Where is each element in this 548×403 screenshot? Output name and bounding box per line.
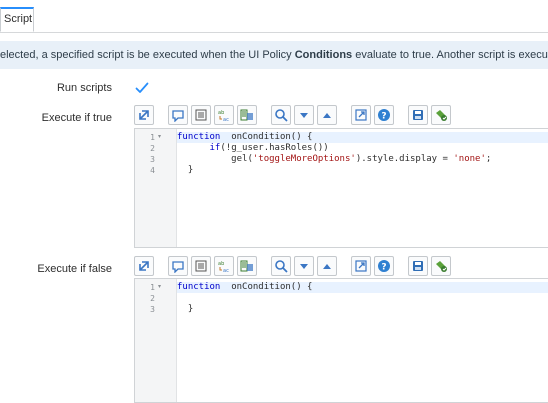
code-line: gel('toggleMoreOptions').style.display =…: [177, 154, 492, 164]
replace-all-button[interactable]: [237, 256, 257, 276]
line-number: 3: [150, 155, 155, 164]
fullscreen-button[interactable]: [351, 105, 371, 125]
toggle-syntax-button[interactable]: [134, 256, 154, 276]
execute-if-true-label: Execute if true: [41, 112, 112, 124]
script-debug-button[interactable]: [431, 105, 451, 125]
run-scripts-checkbox[interactable]: [134, 80, 150, 96]
fullscreen-icon: [355, 109, 367, 121]
replace-icon: abac: [218, 261, 229, 273]
save-icon: [413, 261, 423, 271]
save-icon: [413, 110, 423, 120]
svg-text:ac: ac: [223, 117, 229, 122]
checkmark-icon: [135, 82, 149, 93]
collapse-button[interactable]: [294, 256, 314, 276]
line-number: 1: [150, 133, 155, 142]
format-button[interactable]: [191, 256, 211, 276]
info-text-after: evaluate to true. Another script is exec…: [355, 49, 548, 61]
expand-icon: [323, 113, 331, 118]
svg-text:?: ?: [381, 112, 386, 122]
code-editor-true[interactable]: 1 ▾ 2 3 4 function onCondition() { if(!g_use…: [134, 128, 548, 248]
search-button[interactable]: [271, 105, 291, 125]
comment-button[interactable]: [168, 256, 188, 276]
script-debug-icon: [436, 261, 447, 272]
info-text-bold: Conditions: [294, 49, 353, 61]
replace-all-button[interactable]: [237, 105, 257, 125]
replace-icon: abac: [218, 110, 229, 122]
collapse-icon: [300, 264, 308, 269]
svg-text:?: ?: [381, 263, 386, 273]
toggle-syntax-icon: [139, 110, 149, 120]
execute-if-false-label: Execute if false: [37, 263, 112, 275]
expand-button[interactable]: [317, 256, 337, 276]
script-debug-button[interactable]: [431, 256, 451, 276]
comment-button[interactable]: [168, 105, 188, 125]
svg-text:ac: ac: [223, 268, 229, 273]
search-icon: [275, 260, 288, 273]
script-debug-icon: [436, 110, 447, 121]
line-number: 4: [150, 166, 155, 175]
info-text-before: elected, a specified script is be execut…: [0, 49, 295, 61]
replace-button[interactable]: ab ac: [214, 256, 234, 276]
code-line: }: [177, 304, 194, 314]
format-button[interactable]: [191, 105, 211, 125]
line-gutter: 1 ▾ 2 3: [135, 279, 177, 402]
help-button[interactable]: ?: [374, 105, 394, 125]
line-number: 2: [150, 144, 155, 153]
help-icon: ?: [378, 109, 390, 122]
replace-all-icon: [240, 109, 253, 121]
tab-script[interactable]: Script: [0, 7, 34, 32]
info-banner: elected, a specified script is be execut…: [0, 41, 548, 69]
expand-icon: [323, 264, 331, 269]
fold-arrow-icon[interactable]: ▾: [158, 282, 161, 293]
search-icon: [275, 109, 288, 122]
line-gutter: 1 ▾ 2 3 4: [135, 129, 177, 247]
fullscreen-icon: [355, 260, 367, 272]
replace-all-icon: [240, 260, 253, 272]
comment-icon: [172, 261, 184, 273]
save-button[interactable]: [408, 105, 428, 125]
code-line: function onCondition() {: [177, 282, 548, 293]
line-number: 3: [150, 305, 155, 314]
code-line: }: [177, 165, 194, 175]
tab-bar: Script: [0, 0, 548, 33]
line-number: 1: [150, 283, 155, 292]
toggle-syntax-button[interactable]: [134, 105, 154, 125]
fold-arrow-icon[interactable]: ▾: [158, 132, 161, 143]
help-button[interactable]: ?: [374, 256, 394, 276]
svg-text:ab: ab: [218, 261, 224, 267]
code-editor-false[interactable]: 1 ▾ 2 3 function onCondition() { }: [134, 278, 548, 403]
code-line: function onCondition() {: [177, 132, 548, 143]
format-icon: [195, 109, 207, 121]
svg-text:ab: ab: [218, 110, 224, 116]
replace-button[interactable]: ab ac: [214, 105, 234, 125]
toggle-syntax-icon: [139, 261, 149, 271]
format-icon: [195, 260, 207, 272]
line-number: 2: [150, 294, 155, 303]
save-button[interactable]: [408, 256, 428, 276]
fullscreen-button[interactable]: [351, 256, 371, 276]
code-area[interactable]: function onCondition() { if(!g_user.hasR…: [177, 129, 548, 247]
collapse-icon: [300, 113, 308, 118]
collapse-button[interactable]: [294, 105, 314, 125]
search-button[interactable]: [271, 256, 291, 276]
comment-icon: [172, 110, 184, 122]
code-area[interactable]: function onCondition() { }: [177, 279, 548, 402]
expand-button[interactable]: [317, 105, 337, 125]
help-icon: ?: [378, 260, 390, 273]
run-scripts-label: Run scripts: [56, 82, 112, 94]
code-line: if(!g_user.hasRoles()): [209, 143, 329, 153]
